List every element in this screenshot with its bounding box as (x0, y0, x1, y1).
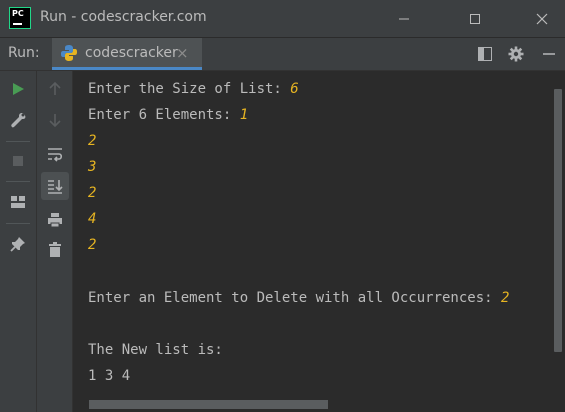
previous-occurrence-button[interactable] (43, 77, 67, 101)
edit-config-button[interactable] (6, 108, 30, 132)
maximize-button[interactable] (452, 0, 498, 37)
console-line: 1 3 4 (88, 368, 131, 384)
console-line: 2 (88, 185, 97, 201)
close-icon (536, 13, 548, 24)
restore-layout-button[interactable] (476, 45, 494, 63)
title-bar: PC Run - codescracker.com (0, 0, 565, 38)
close-tab-icon[interactable]: × (176, 44, 189, 62)
console-line: Enter the Size of List: 6 (88, 81, 299, 97)
maximize-icon (470, 13, 480, 24)
arrow-down-icon (49, 114, 61, 128)
scroll-to-end-button[interactable] (41, 172, 69, 200)
window-title: Run - codescracker.com (40, 9, 207, 25)
clear-all-button[interactable] (43, 238, 67, 262)
restore-layout-icon (478, 47, 492, 61)
print-button[interactable] (43, 208, 67, 232)
wrench-icon (11, 112, 26, 128)
console-line: Enter an Element to Delete with all Occu… (88, 290, 510, 306)
console-line: The New list is: (88, 342, 223, 358)
run-icon (13, 83, 24, 95)
hide-panel-button[interactable] (540, 45, 558, 63)
settings-button[interactable] (507, 45, 525, 63)
minimize-icon (399, 18, 409, 19)
stop-button[interactable] (6, 149, 30, 173)
vertical-scrollbar-thumb[interactable] (554, 89, 562, 352)
rerun-button[interactable] (6, 77, 30, 101)
minimize-button[interactable] (381, 0, 427, 37)
console-line: Enter 6 Elements: 1 (88, 107, 249, 123)
minimize-panel-icon (543, 53, 555, 55)
horizontal-scrollbar-thumb[interactable] (89, 400, 328, 409)
layout-button[interactable] (6, 190, 30, 214)
console-output[interactable]: Enter the Size of List: 6 Enter 6 Elemen… (73, 71, 551, 400)
console-line: 4 (88, 211, 97, 227)
run-toolbar: Run: codescracker × (0, 38, 565, 71)
arrow-up-icon (49, 81, 61, 95)
next-occurrence-button[interactable] (43, 108, 67, 132)
console-line: 2 (88, 133, 97, 149)
pycharm-logo-icon: PC (9, 7, 31, 29)
console-line: 3 (88, 159, 97, 175)
soft-wrap-button[interactable] (43, 142, 67, 166)
run-tab-label: codescracker (85, 45, 178, 61)
run-label: Run: (8, 45, 40, 61)
pin-tab-button[interactable] (6, 232, 30, 256)
horizontal-scrollbar[interactable] (73, 400, 551, 412)
console-actions-toolbar (37, 71, 73, 412)
stop-icon (13, 156, 23, 166)
python-file-icon (61, 45, 77, 61)
soft-wrap-icon (48, 148, 63, 162)
layout-icon (11, 196, 25, 208)
console-line: 2 (88, 237, 97, 253)
close-window-button[interactable] (519, 0, 565, 37)
pin-icon (10, 237, 25, 252)
run-tab-codescracker[interactable]: codescracker × (52, 38, 202, 70)
run-actions-toolbar (0, 71, 37, 412)
print-icon (48, 213, 62, 228)
gear-icon (508, 46, 524, 62)
trash-icon (49, 242, 61, 257)
scroll-to-end-icon (48, 180, 63, 194)
vertical-scrollbar[interactable] (551, 71, 565, 412)
